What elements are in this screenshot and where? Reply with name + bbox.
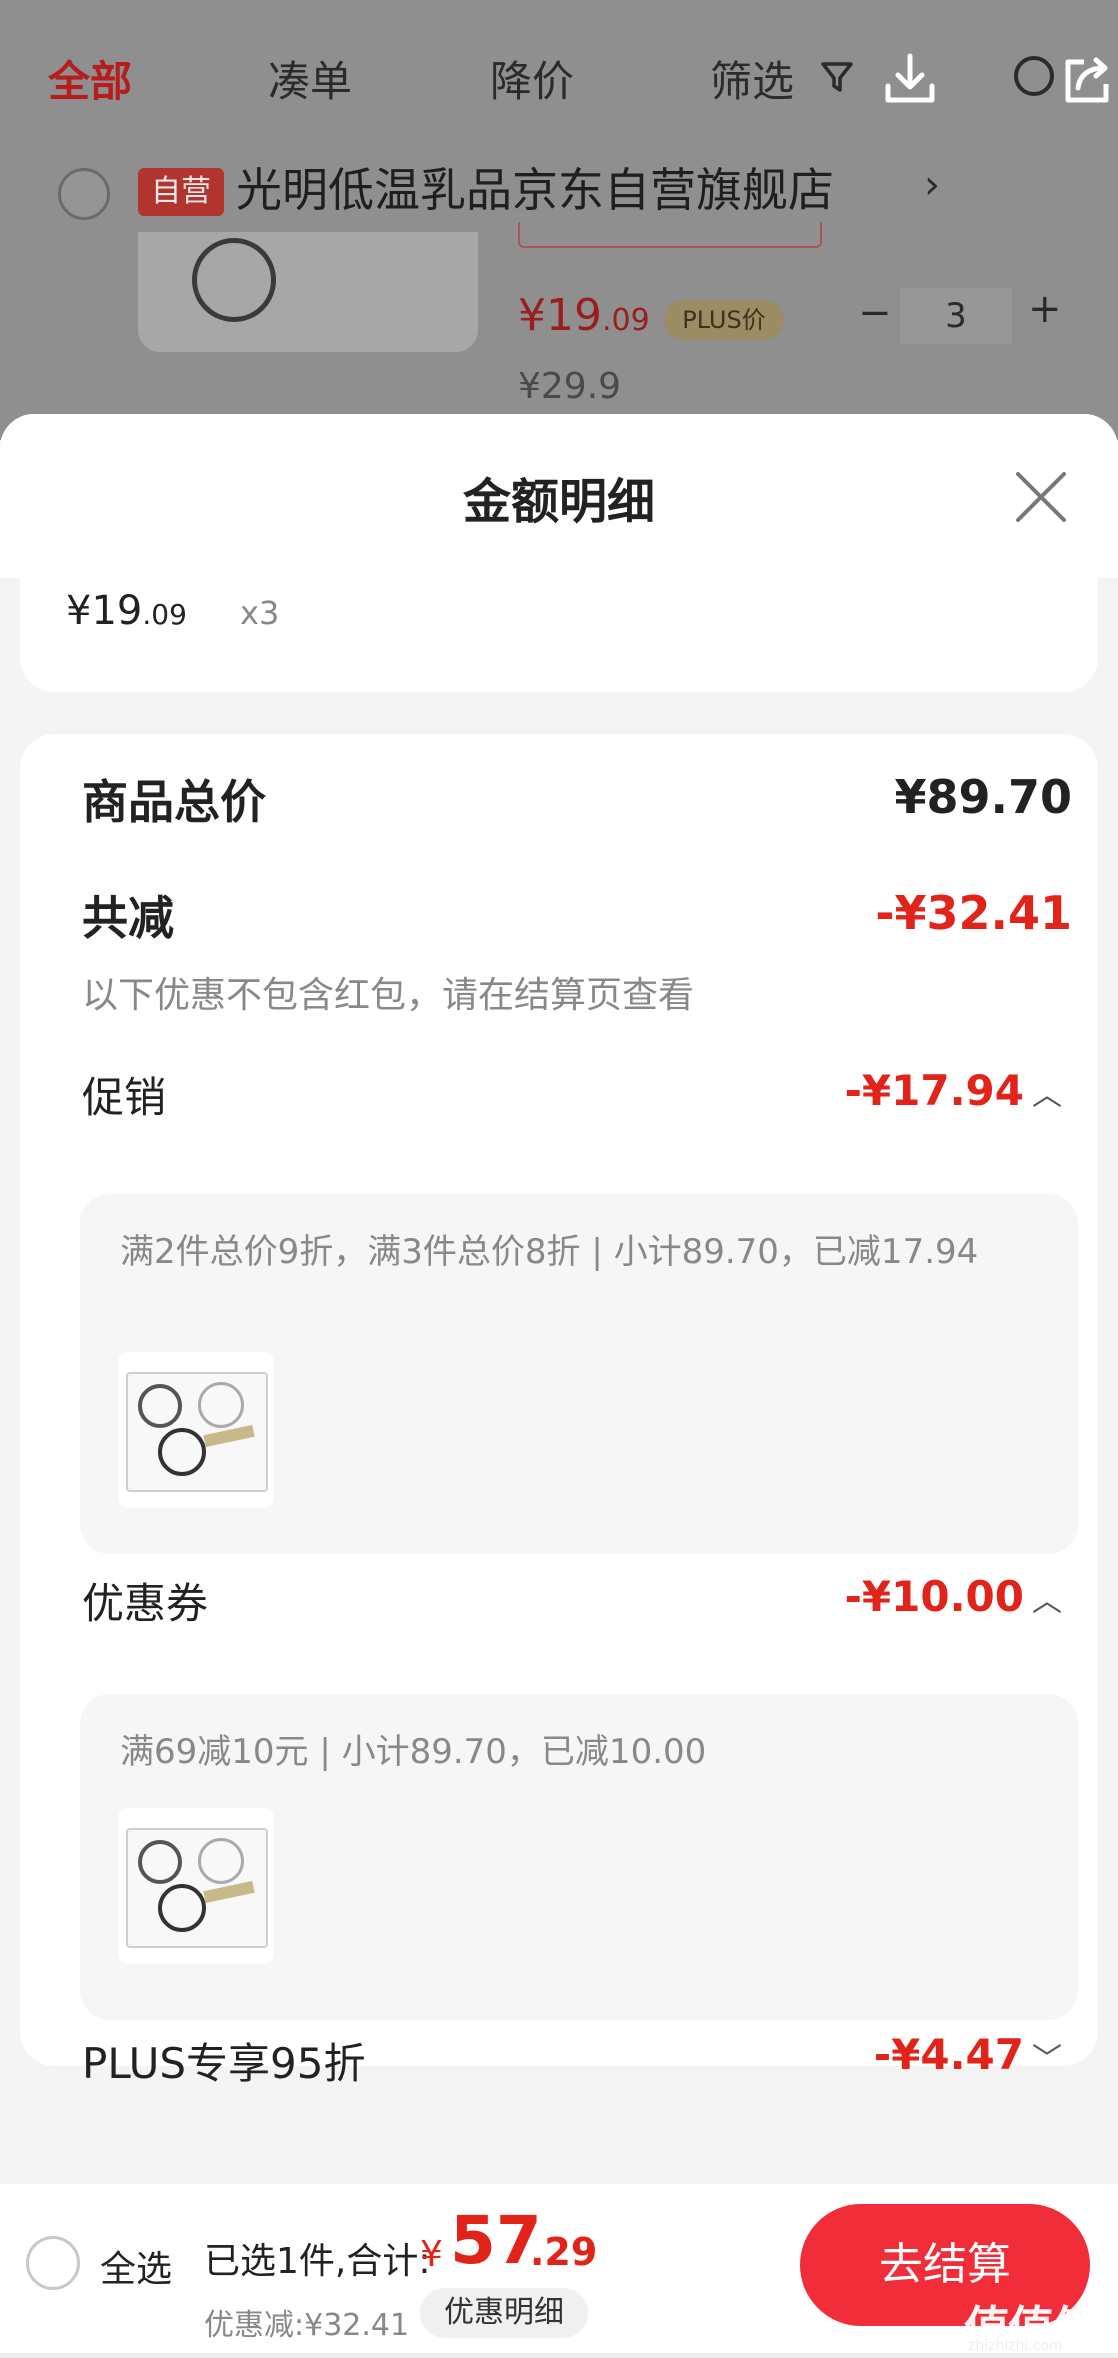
store-name[interactable]: 光明低温乳品京东自营旗舰店 — [236, 154, 834, 220]
total-amount-integer: 57 — [450, 2202, 542, 2279]
chevron-right-icon: › — [924, 162, 940, 208]
total-reduction-label: 共减 — [82, 891, 174, 945]
download-icon[interactable] — [880, 50, 940, 110]
original-price: ¥29.9 — [518, 366, 622, 407]
total-price-label: 商品总价 — [82, 775, 266, 829]
background-page: 全部 凑单 降价 筛选 自营 光明低温乳品京东自营旗舰店 › ¥19.09 PL… — [0, 0, 1118, 440]
item-unit-price: ¥19.09 — [66, 588, 187, 634]
chevron-up-icon: ︿ — [1032, 1078, 1062, 1113]
reduction-note: 以下优惠不包含红包，请在结算页查看 — [82, 975, 695, 1016]
discount-summary: 优惠减:¥32.41 — [204, 2308, 410, 2343]
coupon-row-toggle[interactable]: -¥10.00 ︿ — [844, 1572, 1062, 1621]
selected-count-text: 已选1件,合计: — [204, 2241, 431, 2282]
promotion-value: -¥17.94 — [844, 1066, 1024, 1115]
select-all-label[interactable]: 全选 — [100, 2240, 172, 2292]
promotion-label: 促销 — [82, 1073, 167, 1122]
promo-tags — [518, 222, 822, 248]
promotion-detail: 满2件总价9折，满3件总价8折 | 小计89.70，已减17.94 — [80, 1194, 1078, 1554]
store-checkbox[interactable] — [58, 168, 110, 220]
tab-all[interactable]: 全部 — [48, 48, 132, 109]
product-thumbnail — [118, 1352, 274, 1508]
tab-filter[interactable]: 筛选 — [710, 48, 794, 109]
sheet-header: 金额明细 — [0, 414, 1118, 578]
plus-discount-value: -¥4.47 — [873, 2030, 1024, 2079]
top-nav: 全部 凑单 降价 筛选 — [0, 0, 1118, 150]
sheet-title: 金额明细 — [462, 474, 655, 530]
self-operated-badge: 自营 — [138, 168, 224, 216]
quantity-increase-button[interactable]: + — [1028, 286, 1062, 332]
coupon-detail: 满69减10元 | 小计89.70，已减10.00 — [80, 1694, 1078, 2020]
plus-discount-row-toggle[interactable]: -¥4.47 ﹀ — [874, 2030, 1062, 2079]
product-image[interactable] — [138, 232, 478, 352]
coupon-detail-text: 满69减10元 | 小计89.70，已减10.00 — [120, 1732, 707, 1772]
search-icon[interactable] — [1010, 52, 1062, 104]
coupon-label: 优惠券 — [82, 1579, 209, 1628]
discount-detail-button[interactable]: 优惠明细 — [420, 2288, 588, 2338]
quantity-decrease-button[interactable]: − — [858, 290, 892, 336]
breakdown-card: 商品总价 ¥89.70 共减 -¥32.41 以下优惠不包含红包，请在结算页查看… — [20, 734, 1098, 2088]
store-row[interactable]: 自营 光明低温乳品京东自营旗舰店 › — [0, 140, 1118, 230]
promotion-row-toggle[interactable]: -¥17.94 ︿ — [844, 1066, 1062, 1115]
tab-bundle[interactable]: 凑单 — [268, 48, 352, 109]
total-reduction-value: -¥32.41 — [875, 886, 1072, 940]
checkout-bar: 全选 已选1件,合计: ¥ 57 .29 优惠减:¥32.41 优惠明细 去结算 — [0, 2184, 1118, 2353]
chevron-up-icon: ︿ — [1032, 1584, 1062, 1619]
chevron-down-icon: ﹀ — [1032, 2042, 1062, 2077]
total-price-value: ¥89.70 — [894, 770, 1072, 824]
tab-price-drop[interactable]: 降价 — [490, 48, 574, 109]
watermark-url: zhizhizhi.com — [968, 2338, 1063, 2354]
total-currency: ¥ — [420, 2234, 443, 2275]
quantity-input[interactable]: 3 — [900, 288, 1012, 344]
share-icon[interactable] — [1058, 52, 1114, 108]
filter-icon[interactable] — [820, 60, 854, 94]
product-price: ¥19.09 — [518, 290, 650, 341]
plus-price-badge: PLUS价 — [664, 300, 784, 340]
promotion-detail-text: 满2件总价9折，满3件总价8折 | 小计89.70，已减17.94 — [120, 1232, 979, 1272]
item-quantity: x3 — [240, 594, 280, 632]
total-amount-decimal: .29 — [530, 2230, 598, 2274]
plus-discount-label: PLUS专享95折 — [82, 2039, 366, 2088]
select-all-checkbox[interactable] — [26, 2236, 80, 2290]
amount-detail-sheet: 金额明细 ¥19.09 x3 商品总价 ¥89.70 共减 -¥32.41 以下… — [0, 414, 1118, 2184]
close-icon[interactable] — [1010, 466, 1072, 528]
product-thumbnail — [118, 1808, 274, 1964]
coupon-value: -¥10.00 — [844, 1572, 1024, 1621]
